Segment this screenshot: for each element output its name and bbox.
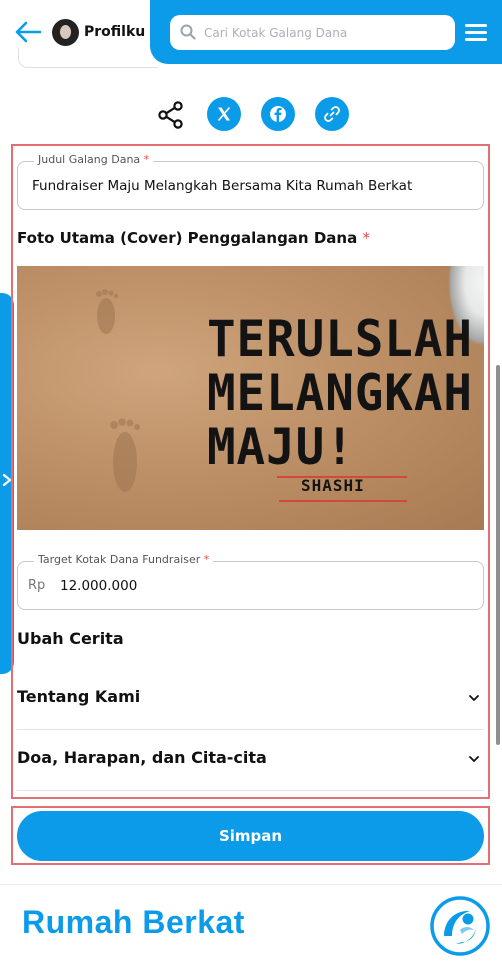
target-field-value[interactable]: 12.000.000 [60,578,137,594]
cover-signature: SHASHI [301,476,365,495]
cover-text-line: TERULSLAH [207,310,473,368]
accordion-doa-harapan[interactable]: Doa, Harapan, dan Cita-cita [17,731,484,791]
facebook-button[interactable] [261,97,295,131]
x-twitter-icon [217,106,231,122]
currency-prefix: Rp [28,578,46,593]
chevron-down-icon [469,756,479,762]
facebook-icon [270,106,286,122]
save-button[interactable]: Simpan [17,811,484,861]
title-field-label: Judul Galang Dana * [34,153,154,166]
hamburger-menu-icon[interactable] [465,24,487,42]
previous-card-edge [18,48,158,68]
search-input[interactable] [204,15,444,50]
link-icon [324,106,340,122]
accordion-title: Doa, Harapan, dan Cita-cita [17,748,267,767]
cover-text-line: MAJU! [207,418,355,476]
share-icon[interactable] [156,100,186,130]
accordion-title: Tentang Kami [17,687,141,706]
target-field[interactable]: Target Kotak Dana Fundraiser * Rp 12.000… [17,553,484,610]
copy-link-button[interactable] [315,97,349,131]
x-twitter-button[interactable] [207,97,241,131]
target-field-label: Target Kotak Dana Fundraiser * [34,553,214,566]
signature-line [279,500,407,502]
search-icon [180,24,196,40]
cover-image[interactable]: TERULSLAH MELANGKAH MAJU! SHASHI [17,266,484,530]
arrow-left-icon[interactable] [14,20,42,44]
scrollbar[interactable] [496,365,500,745]
brand-wordmark[interactable]: Rumah Berkat [22,904,245,941]
title-field-value[interactable]: Fundraiser Maju Melangkah Bersama Kita R… [32,178,412,194]
cover-label: Foto Utama (Cover) Penggalangan Dana * [17,229,370,247]
profile-link[interactable]: Profilku [84,24,145,40]
title-field[interactable]: Judul Galang Dana * Fundraiser Maju Mela… [17,153,484,210]
rumah-berkat-logo-icon[interactable] [430,896,490,956]
footprint [96,289,119,334]
cover-text-line: MELANGKAH [207,364,473,422]
footprint [110,418,140,492]
avatar[interactable] [52,19,79,46]
accordion-tentang-kami[interactable]: Tentang Kami [17,670,484,730]
chevron-down-icon [469,695,479,701]
story-heading: Ubah Cerita [17,629,124,648]
search-box[interactable] [170,15,455,50]
